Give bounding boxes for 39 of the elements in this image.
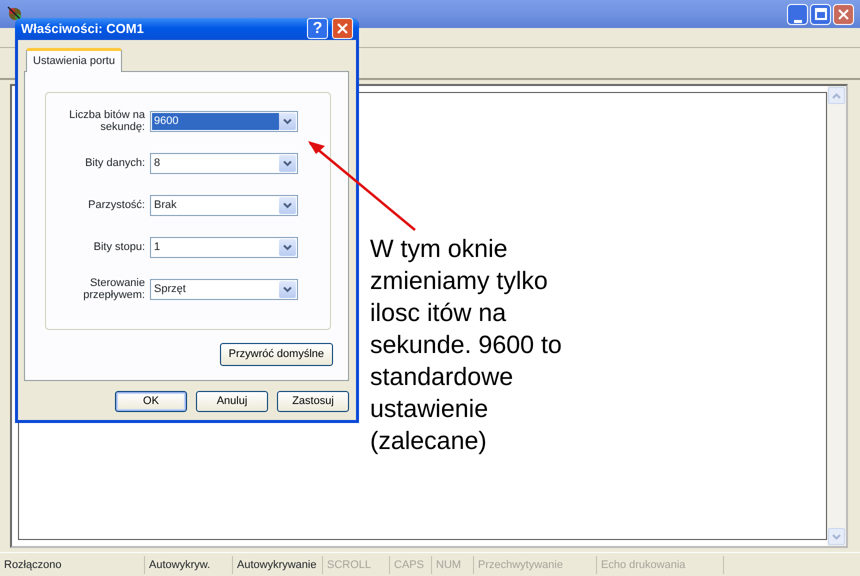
tab[interactable]: Ustawienia portu [26, 48, 122, 72]
status-segment: Autowykrywanie [233, 556, 323, 574]
dialog-button[interactable]: Anuluj [196, 391, 268, 412]
chevron-down-icon [283, 286, 292, 292]
minimize-button[interactable] [787, 4, 808, 24]
maximize-icon [814, 8, 826, 20]
dropdown-field[interactable]: 9600 [150, 110, 298, 132]
chevron-down-icon [283, 118, 292, 124]
status-segment: Przechwytywanie [474, 556, 597, 574]
status-segment: NUM [432, 556, 474, 574]
status-segment: Rozłączono [0, 556, 145, 574]
help-button[interactable]: ? [307, 18, 328, 40]
field-label: Liczba bitów na sekundę: [68, 109, 146, 133]
status-segment: Echo drukowania [597, 556, 724, 574]
close-icon [337, 23, 348, 34]
field-label: Bity danych: [84, 157, 146, 169]
field-label: Parzystość: [87, 199, 146, 211]
dropdown-field[interactable]: Sprzęt [150, 278, 298, 300]
dropdown-field[interactable]: 1 [150, 236, 298, 258]
close-icon [838, 8, 849, 20]
dialog-close-button[interactable] [332, 18, 353, 40]
status-segment: Autowykryw. [145, 556, 233, 574]
dropdown-field[interactable]: 8 [150, 152, 298, 174]
chevron-down-icon [283, 244, 292, 250]
field-label: Bity stopu: [92, 241, 146, 253]
annotation-text: W tym oknie zmieniamy tylko ilosc itów na sekunde. 9600 to standardowe ustawienie (zalecane) [370, 234, 562, 457]
restore-defaults-button[interactable]: Przywróć domyślne [220, 343, 333, 366]
close-button[interactable] [833, 4, 854, 24]
dialog-title: Właściwości: COM1 [21, 20, 144, 38]
status-segment: CAPS [390, 556, 432, 574]
dropdown-field[interactable]: Brak [150, 194, 298, 216]
status-segment: SCROLL [323, 556, 390, 574]
field-label: Sterowanie przepływem: [82, 277, 146, 301]
ok-button[interactable]: OK [115, 391, 187, 412]
chevron-down-icon [283, 202, 292, 208]
chevron-down-icon [283, 160, 292, 166]
minimize-icon [794, 18, 802, 24]
dialog-button[interactable]: Zastosuj [277, 391, 349, 412]
maximize-button[interactable] [810, 4, 831, 24]
